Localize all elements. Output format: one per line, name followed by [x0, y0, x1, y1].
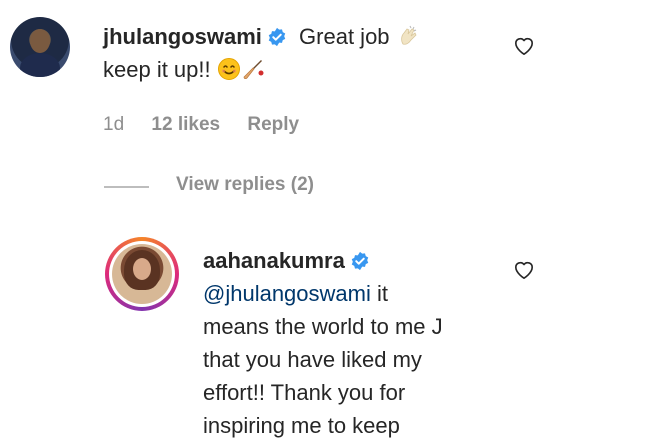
verified-badge-icon [268, 27, 286, 47]
heart-icon[interactable] [513, 260, 535, 280]
heart-icon[interactable] [513, 36, 535, 56]
comment-line-1: jhulangoswami Great job [103, 20, 503, 53]
story-ring[interactable] [105, 237, 179, 311]
replies-divider [104, 186, 149, 188]
reply-username[interactable]: aahanakumra [203, 248, 345, 273]
avatar-body [20, 53, 60, 77]
reply-button[interactable]: Reply [247, 114, 299, 135]
avatar-face [133, 258, 151, 280]
reply-body: aahanakumra @jhulangoswami it means the … [203, 244, 503, 442]
reply-text-0: it [376, 281, 388, 306]
avatar-jhulangoswami[interactable] [10, 17, 70, 77]
cricket-bat-emoji-icon [243, 60, 264, 79]
reply-text-2: that you have liked my [203, 347, 422, 372]
comment-likes[interactable]: 12 likes [151, 114, 220, 135]
verified-badge-icon [351, 251, 369, 271]
comment-line-2: keep it up!! [103, 53, 503, 86]
mention-link[interactable]: @jhulangoswami [203, 281, 371, 306]
story-ring-inner [109, 241, 175, 307]
comment-text-part1: Great job [299, 24, 390, 49]
comment-age: 1d [103, 114, 125, 135]
clap-emoji-icon [400, 25, 417, 45]
avatar-face [30, 29, 50, 53]
comment-meta: 1d 12 likes Reply [103, 114, 321, 136]
reply-text-3: effort!! Thank you for [203, 380, 406, 405]
comment-username[interactable]: jhulangoswami [103, 24, 262, 49]
reply-text-1: means the world to me J [203, 314, 443, 339]
reply-text-4: inspiring me to keep [203, 413, 400, 438]
comment-body: jhulangoswami Great job keep it up!! [103, 20, 503, 86]
reply-line-2: @jhulangoswami it [203, 277, 503, 310]
smile-emoji-icon [217, 58, 240, 80]
reply-line-1: aahanakumra [203, 244, 503, 277]
avatar-aahanakumra [112, 244, 172, 304]
comment-text-part2: keep it up!! [103, 57, 211, 82]
view-replies-button[interactable]: View replies (2) [176, 174, 314, 196]
